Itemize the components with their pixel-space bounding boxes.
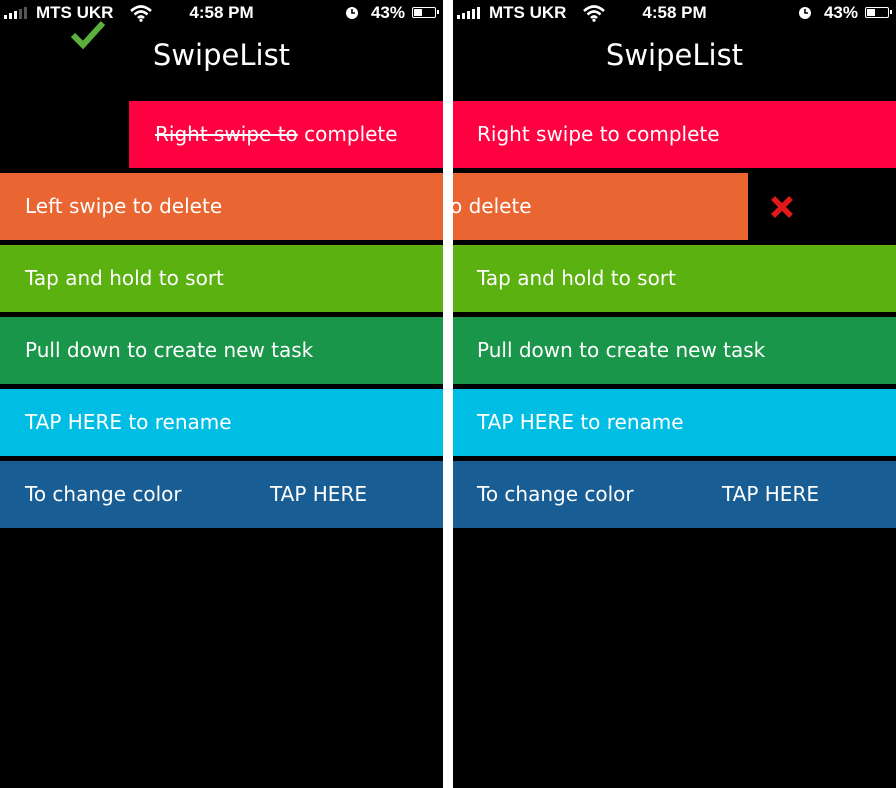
phone-screen-right: MTS UKR 4:58 PM 43% SwipeList Right swip… xyxy=(453,0,896,788)
task-label: Pull down to create new task xyxy=(477,338,766,362)
task-item-delete[interactable]: Left swipe to delete xyxy=(0,173,443,240)
task-item-complete[interactable]: Right swipe to complete xyxy=(453,101,896,168)
task-label: TAP HERE to rename xyxy=(25,410,232,434)
phone-screen-left: MTS UKR 4:58 PM 43% SwipeList Right swip… xyxy=(0,0,443,788)
delete-x-icon xyxy=(771,196,793,218)
task-item-sort[interactable]: Tap and hold to sort xyxy=(453,245,896,312)
task-item-rename[interactable]: TAP HERE to rename xyxy=(453,389,896,456)
task-label: Tap and hold to sort xyxy=(477,266,676,290)
task-label: o delete xyxy=(453,194,532,218)
app-title: SwipeList xyxy=(605,38,744,72)
task-item-create[interactable]: Pull down to create new task xyxy=(453,317,896,384)
battery-icon xyxy=(412,7,439,18)
task-label: Left swipe to delete xyxy=(25,194,223,218)
task-item-rename[interactable]: TAP HERE to rename xyxy=(0,389,443,456)
task-item-create[interactable]: Pull down to create new task xyxy=(0,317,443,384)
task-label: To change color xyxy=(477,482,634,506)
task-label: Pull down to create new task xyxy=(25,338,314,362)
battery-percentage: 43% xyxy=(370,3,405,22)
task-label: TAP HERE to rename xyxy=(477,410,684,434)
task-item-delete[interactable]: o delete xyxy=(453,173,748,240)
task-item-sort[interactable]: Tap and hold to sort xyxy=(0,245,443,312)
change-color-button[interactable]: TAP HERE xyxy=(270,461,367,528)
status-bar: MTS UKR 4:58 PM 43% xyxy=(0,0,443,28)
task-label: Tap and hold to sort xyxy=(25,266,224,290)
task-label: To change color xyxy=(25,482,182,506)
battery-percentage: 43% xyxy=(823,3,858,22)
checkmark-icon xyxy=(70,20,106,49)
task-label: Right swipe to complete xyxy=(155,122,398,146)
screenshot-pair: MTS UKR 4:58 PM 43% SwipeList Right swip… xyxy=(0,0,896,788)
status-bar: MTS UKR 4:58 PM 43% xyxy=(453,0,896,28)
task-item-color[interactable]: To change color TAP HERE xyxy=(0,461,443,528)
change-color-button[interactable]: TAP HERE xyxy=(722,461,819,528)
clock-lock-icon xyxy=(799,7,811,19)
task-label: Right swipe to complete xyxy=(477,122,720,146)
clock-lock-icon xyxy=(346,7,358,19)
app-title: SwipeList xyxy=(152,38,291,72)
battery-icon xyxy=(865,7,892,18)
task-item-color[interactable]: To change color TAP HERE xyxy=(453,461,896,528)
task-item-complete[interactable]: Right swipe to complete xyxy=(129,101,443,168)
